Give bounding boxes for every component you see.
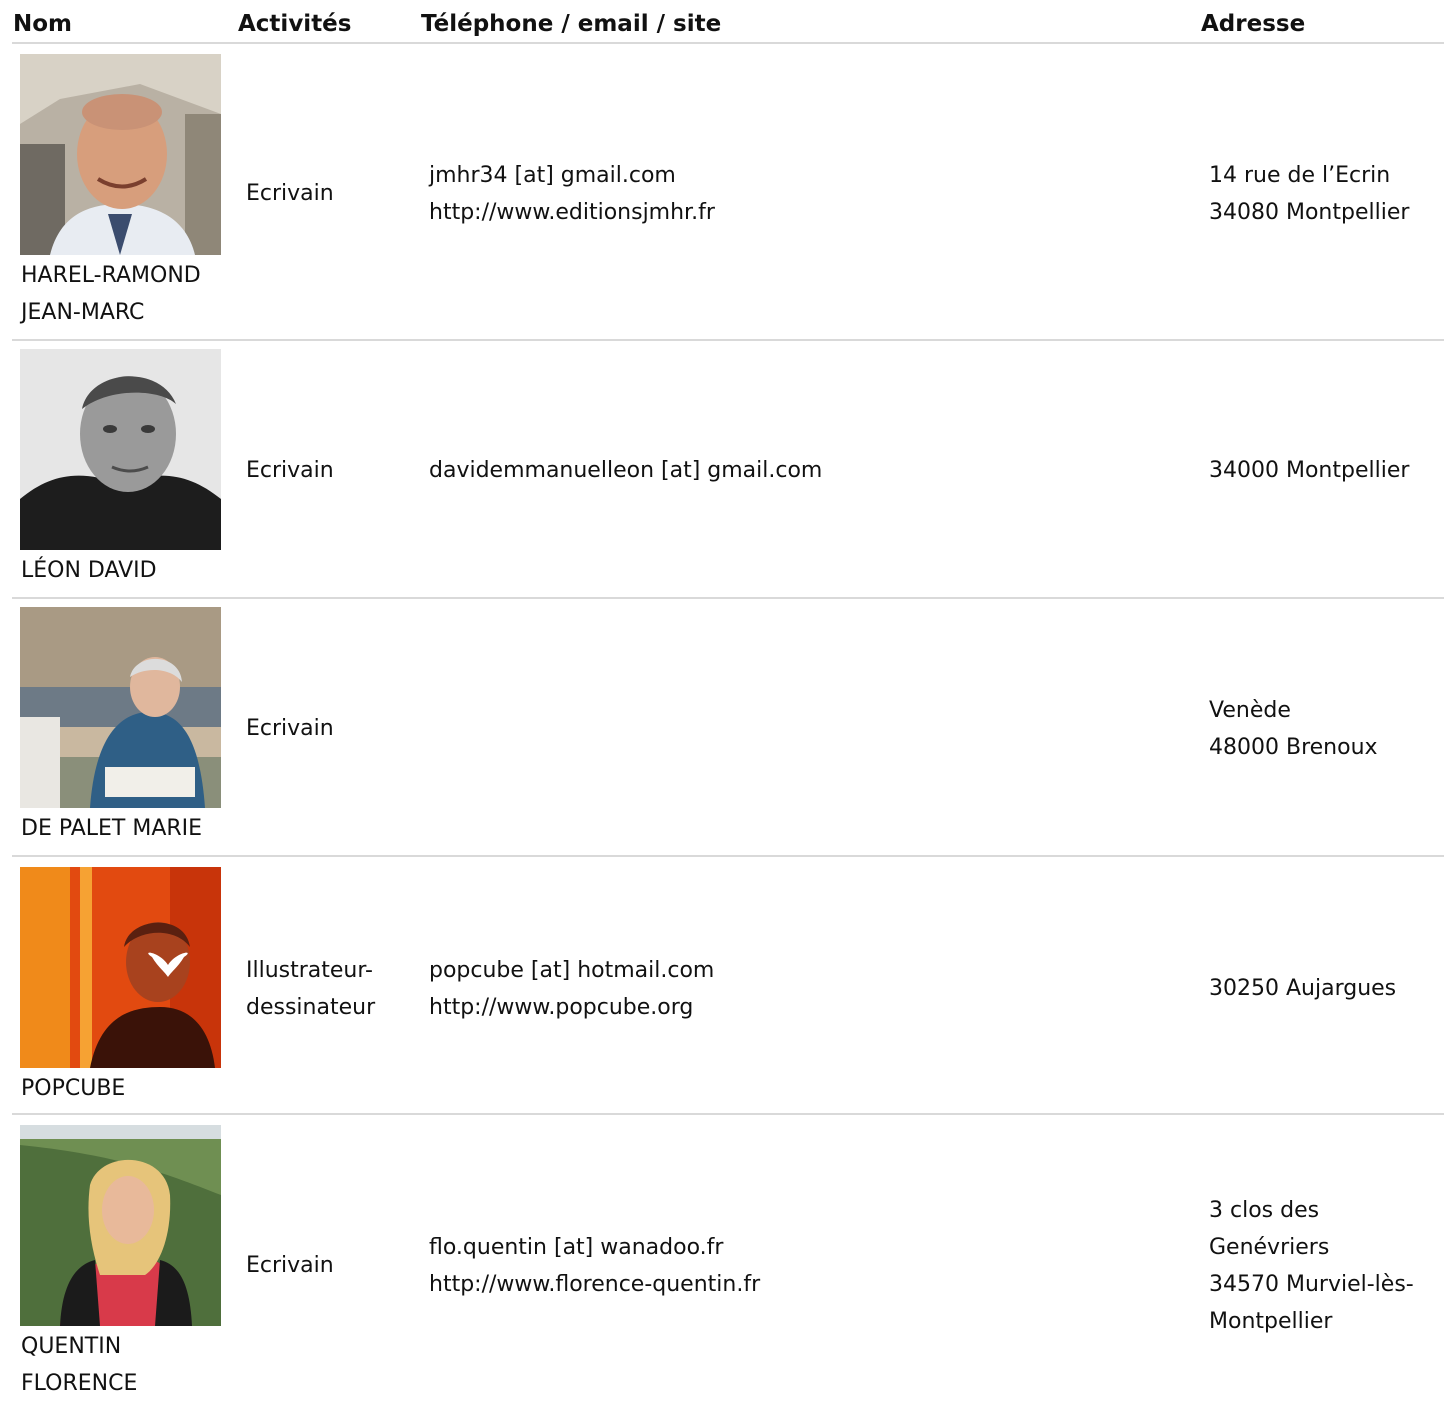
website-link[interactable]: http://www.editionsjmhr.fr (429, 194, 715, 231)
website-link[interactable]: http://www.popcube.org (429, 989, 714, 1026)
address-line: 48000 Brenoux (1209, 735, 1378, 760)
table-row: POPCUBE Illustrateur- dessinateur popcub… (12, 855, 1444, 1115)
column-header-contact: Téléphone / email / site (421, 11, 722, 37)
table-row: LÉON DAVID Ecrivain davidemmanuelleon [a… (12, 339, 1444, 599)
column-header-address: Adresse (1201, 11, 1306, 37)
activity-line: dessinateur (246, 995, 376, 1020)
author-activity: Ecrivain (246, 175, 334, 212)
column-header-name: Nom (13, 11, 73, 37)
address-line: 30250 Aujargues (1209, 976, 1397, 1001)
author-address: 3 clos des Genévriers 34570 Murviel-lès-… (1209, 1192, 1414, 1340)
author-address: 14 rue de l’Ecrin 34080 Montpellier (1209, 157, 1409, 231)
address-line: 14 rue de l’Ecrin (1209, 163, 1391, 188)
author-name-line: DE PALET MARIE (21, 816, 203, 841)
email-text: popcube [at] hotmail.com (429, 958, 715, 983)
address-line: 34570 Murviel-lès- (1209, 1272, 1414, 1297)
column-header-activities: Activités (238, 11, 352, 37)
author-photo (20, 1125, 221, 1326)
author-address: Venède 48000 Brenoux (1209, 692, 1378, 766)
author-name: LÉON DAVID (21, 552, 157, 589)
table-row: QUENTIN FLORENCE Ecrivain flo.quentin [a… (12, 1113, 1444, 1399)
activity-line: Ecrivain (246, 1253, 334, 1278)
author-activity: Ecrivain (246, 1247, 334, 1284)
author-contact: flo.quentin [at] wanadoo.fr http://www.f… (429, 1229, 760, 1303)
author-contact: popcube [at] hotmail.com http://www.popc… (429, 952, 714, 1026)
author-name-line: FLORENCE (21, 1371, 138, 1396)
author-name: QUENTIN FLORENCE (21, 1328, 137, 1402)
author-address: 30250 Aujargues (1209, 970, 1396, 1007)
table-row: DE PALET MARIE Ecrivain Venède 48000 Bre… (12, 597, 1444, 857)
address-line: Venède (1209, 698, 1291, 723)
address-line: 34080 Montpellier (1209, 200, 1410, 225)
address-line: 3 clos des (1209, 1198, 1320, 1223)
table-row: HAREL-RAMOND JEAN-MARC Ecrivain jmhr34 [… (12, 44, 1444, 341)
author-name-line: QUENTIN (21, 1334, 122, 1359)
author-activity: Illustrateur- dessinateur (246, 952, 375, 1026)
author-contact: davidemmanuelleon [at] gmail.com (429, 452, 822, 489)
author-photo (20, 349, 221, 550)
address-line: Montpellier (1209, 1309, 1333, 1334)
author-address: 34000 Montpellier (1209, 452, 1409, 489)
author-name-line: HAREL-RAMOND (21, 263, 201, 288)
author-photo (20, 54, 221, 255)
address-line: 34000 Montpellier (1209, 458, 1410, 483)
address-line: Genévriers (1209, 1235, 1330, 1260)
website-link[interactable]: http://www.florence-quentin.fr (429, 1266, 760, 1303)
email-text: davidemmanuelleon [at] gmail.com (429, 458, 823, 483)
activity-line: Ecrivain (246, 716, 334, 741)
activity-line: Ecrivain (246, 458, 334, 483)
author-name-line: LÉON DAVID (21, 558, 157, 583)
author-name: POPCUBE (21, 1070, 125, 1107)
table-header: Nom Activités Téléphone / email / site A… (12, 0, 1444, 44)
author-name: HAREL-RAMOND JEAN-MARC (21, 257, 201, 331)
author-photo (20, 607, 221, 808)
email-text: jmhr34 [at] gmail.com (429, 163, 676, 188)
author-name: DE PALET MARIE (21, 810, 202, 847)
author-name-line: JEAN-MARC (21, 300, 145, 325)
author-activity: Ecrivain (246, 452, 334, 489)
author-contact: jmhr34 [at] gmail.com http://www.edition… (429, 157, 715, 231)
email-text: flo.quentin [at] wanadoo.fr (429, 1235, 724, 1260)
author-activity: Ecrivain (246, 710, 334, 747)
activity-line: Ecrivain (246, 181, 334, 206)
activity-line: Illustrateur- (246, 958, 373, 983)
author-name-line: POPCUBE (21, 1076, 126, 1101)
author-photo (20, 867, 221, 1068)
